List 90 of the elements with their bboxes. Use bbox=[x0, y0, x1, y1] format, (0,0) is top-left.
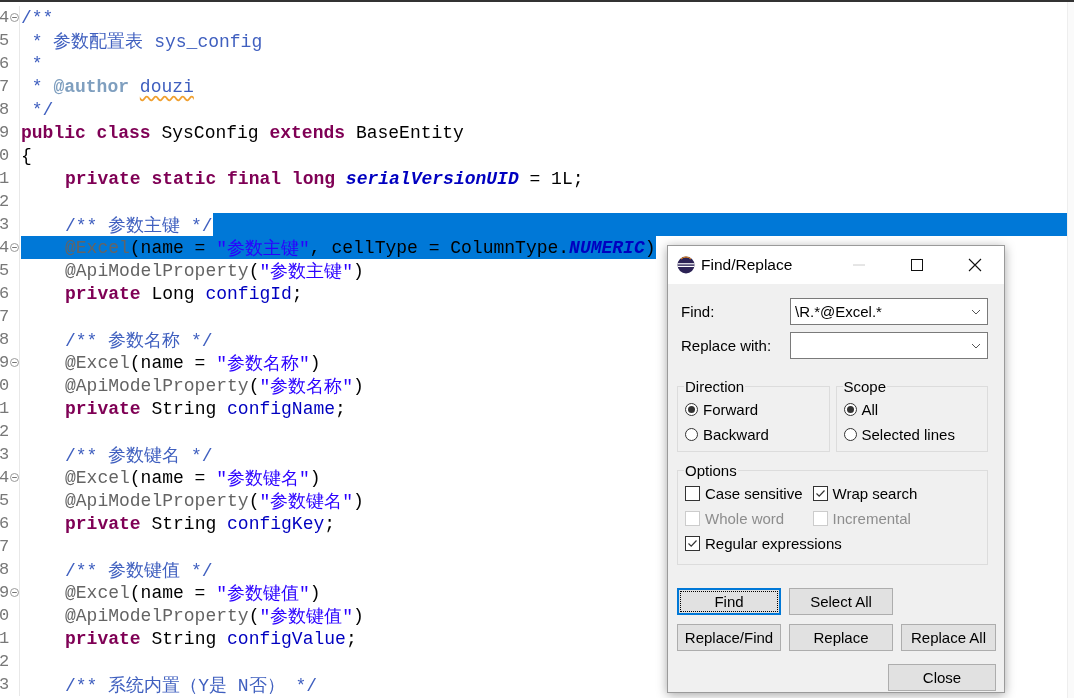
code-line: private String configName; bbox=[64, 397, 346, 420]
line-number: 9 bbox=[0, 583, 9, 602]
dialog-button[interactable]: Replace bbox=[789, 624, 893, 651]
checkbox-label[interactable]: Case sensitive bbox=[705, 485, 803, 502]
line-number: 2 bbox=[0, 652, 9, 671]
line-number: 8 bbox=[0, 330, 9, 349]
line-number: 7 bbox=[0, 537, 9, 556]
line-number: 4 bbox=[0, 238, 9, 257]
dialog-button[interactable]: Close bbox=[888, 664, 996, 691]
window-title: Find/Replace bbox=[701, 256, 793, 274]
line-number: 1 bbox=[0, 399, 9, 418]
checkbox[interactable] bbox=[685, 486, 700, 501]
radio-label[interactable]: Forward bbox=[703, 401, 758, 418]
radio-button[interactable] bbox=[843, 403, 857, 416]
code-line: private String configValue; bbox=[64, 627, 357, 650]
line-number: 6 bbox=[0, 284, 9, 303]
code-line: @Excel(name = "参数名称") bbox=[64, 351, 321, 374]
line-number: 7 bbox=[0, 307, 9, 326]
code-line: private static final long serialVersionUID = 1L; bbox=[64, 167, 584, 190]
code-line: /** 参数主键 */ bbox=[64, 214, 213, 236]
check-icon bbox=[686, 537, 699, 550]
code-line: private Long configId; bbox=[64, 282, 303, 305]
code-line: @ApiModelProperty("参数主键") bbox=[64, 259, 364, 282]
line-number: 4 bbox=[0, 8, 9, 27]
combo-field[interactable] bbox=[790, 332, 988, 359]
line-number: 8 bbox=[0, 100, 9, 119]
code-line: /** 系统内置（Y是 N否） */ bbox=[64, 674, 318, 696]
code-line: * @author douzi bbox=[30, 75, 194, 98]
collapse-icon[interactable] bbox=[10, 588, 19, 597]
radio-label[interactable]: All bbox=[861, 401, 879, 418]
code-line: @Excel(name = "参数键名") bbox=[64, 466, 321, 489]
checkbox-label[interactable]: Regular expressions bbox=[705, 535, 842, 552]
field-label: Replace with: bbox=[681, 337, 773, 354]
radio-label[interactable]: Selected lines bbox=[861, 426, 955, 443]
code-line: * bbox=[30, 52, 43, 75]
radio-button[interactable] bbox=[685, 403, 698, 416]
collapse-icon[interactable] bbox=[10, 358, 19, 367]
line-number: 4 bbox=[0, 468, 9, 487]
line-number: 2 bbox=[0, 192, 9, 211]
code-line: @ApiModelProperty("参数键名") bbox=[64, 489, 364, 512]
code-line: /** bbox=[21, 6, 54, 29]
code-line: */ bbox=[30, 98, 54, 121]
line-number: 1 bbox=[0, 169, 9, 188]
line-number: 0 bbox=[0, 376, 9, 395]
line-number: 1 bbox=[0, 629, 9, 648]
group-title: Options bbox=[684, 462, 738, 479]
line-number: 0 bbox=[0, 146, 9, 165]
dialog-button[interactable]: Replace All bbox=[901, 624, 996, 651]
line-number: 6 bbox=[0, 54, 9, 73]
line-number: 6 bbox=[0, 514, 9, 533]
code-line: /** 参数键名 */ bbox=[64, 444, 213, 466]
line-number: 3 bbox=[0, 675, 9, 694]
line-number: 3 bbox=[0, 445, 9, 464]
app-icon bbox=[677, 256, 695, 274]
radio-button[interactable] bbox=[685, 428, 698, 441]
check-icon bbox=[813, 487, 827, 500]
line-number: 8 bbox=[0, 560, 9, 579]
radio-label[interactable]: Backward bbox=[703, 426, 769, 443]
checkbox[interactable] bbox=[812, 486, 828, 501]
code-line: public class SysConfig extends BaseEntity bbox=[21, 121, 464, 144]
line-number: 9 bbox=[0, 123, 9, 142]
code-line: { bbox=[21, 144, 32, 167]
checkbox[interactable] bbox=[685, 536, 700, 551]
group-title: Direction bbox=[684, 378, 746, 395]
collapse-icon[interactable] bbox=[10, 243, 19, 252]
line-number: 9 bbox=[0, 353, 9, 372]
field-label: Find: bbox=[681, 303, 716, 320]
line-number: 2 bbox=[0, 422, 9, 441]
dialog-button[interactable]: Find bbox=[677, 588, 781, 615]
code-line: @Excel(name = "参数键值") bbox=[64, 581, 321, 604]
collapse-icon[interactable] bbox=[10, 13, 19, 22]
line-number: 5 bbox=[0, 31, 9, 50]
line-number: 5 bbox=[0, 491, 9, 510]
dialog-button[interactable]: Replace/Find bbox=[677, 624, 781, 651]
code-line: * 参数配置表 sys_config bbox=[30, 30, 263, 52]
code-line: /** 参数键值 */ bbox=[64, 559, 213, 581]
line-number: 0 bbox=[0, 606, 9, 625]
code-line: /** 参数名称 */ bbox=[64, 329, 213, 351]
code-line: private String configKey; bbox=[64, 512, 336, 535]
line-number: 7 bbox=[0, 77, 9, 96]
collapse-icon[interactable] bbox=[10, 473, 19, 482]
radio-button[interactable] bbox=[843, 428, 857, 441]
checkbox-label[interactable]: Wrap search bbox=[832, 485, 918, 502]
line-number: 3 bbox=[0, 215, 9, 234]
group-title: Scope bbox=[842, 378, 888, 395]
line-number: 5 bbox=[0, 261, 9, 280]
code-line: @ApiModelProperty("参数名称") bbox=[64, 374, 364, 397]
combo-field[interactable]: \R.*@Excel.* bbox=[790, 298, 988, 325]
dialog-button[interactable]: Select All bbox=[789, 588, 893, 615]
code-line: @ApiModelProperty("参数键值") bbox=[64, 604, 364, 627]
